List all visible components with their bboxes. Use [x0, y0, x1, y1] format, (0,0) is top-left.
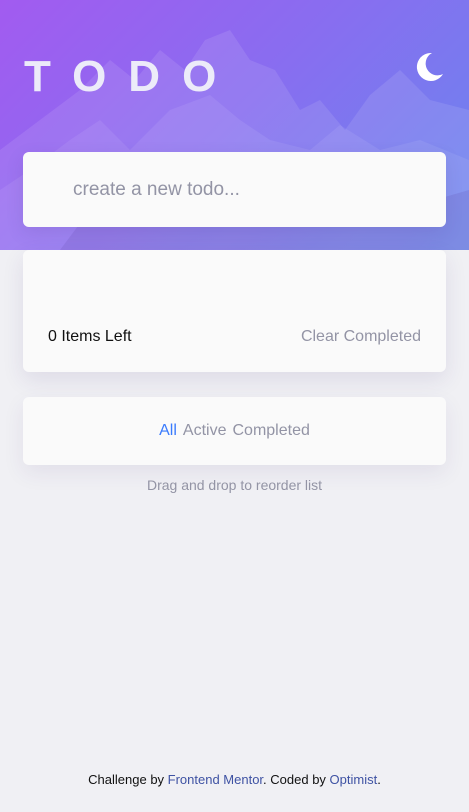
list-footer: 0 Items Left Clear Completed: [23, 322, 446, 352]
attribution: Challenge by Frontend Mentor. Coded by O…: [0, 772, 469, 787]
items-left-count: 0 Items Left: [48, 328, 132, 345]
author-link[interactable]: Optimist: [330, 772, 378, 787]
new-todo-box: [23, 152, 446, 227]
filter-completed[interactable]: Completed: [232, 422, 309, 440]
attribution-prefix: Challenge by: [88, 772, 168, 787]
clear-completed-button[interactable]: Clear Completed: [301, 328, 421, 346]
new-todo-input[interactable]: [23, 152, 446, 227]
filter-bar: All Active Completed: [23, 397, 446, 465]
attribution-middle: . Coded by: [263, 772, 330, 787]
filter-all[interactable]: All: [159, 422, 177, 440]
attribution-suffix: .: [377, 772, 381, 787]
page-title: TODO: [24, 52, 239, 101]
frontend-mentor-link[interactable]: Frontend Mentor: [168, 772, 263, 787]
moon-icon: [416, 52, 443, 81]
filter-active[interactable]: Active: [183, 422, 227, 440]
theme-toggle-button[interactable]: [412, 50, 446, 84]
todo-list-card: 0 Items Left Clear Completed: [23, 250, 446, 372]
reorder-hint: Drag and drop to reorder list: [146, 477, 323, 493]
